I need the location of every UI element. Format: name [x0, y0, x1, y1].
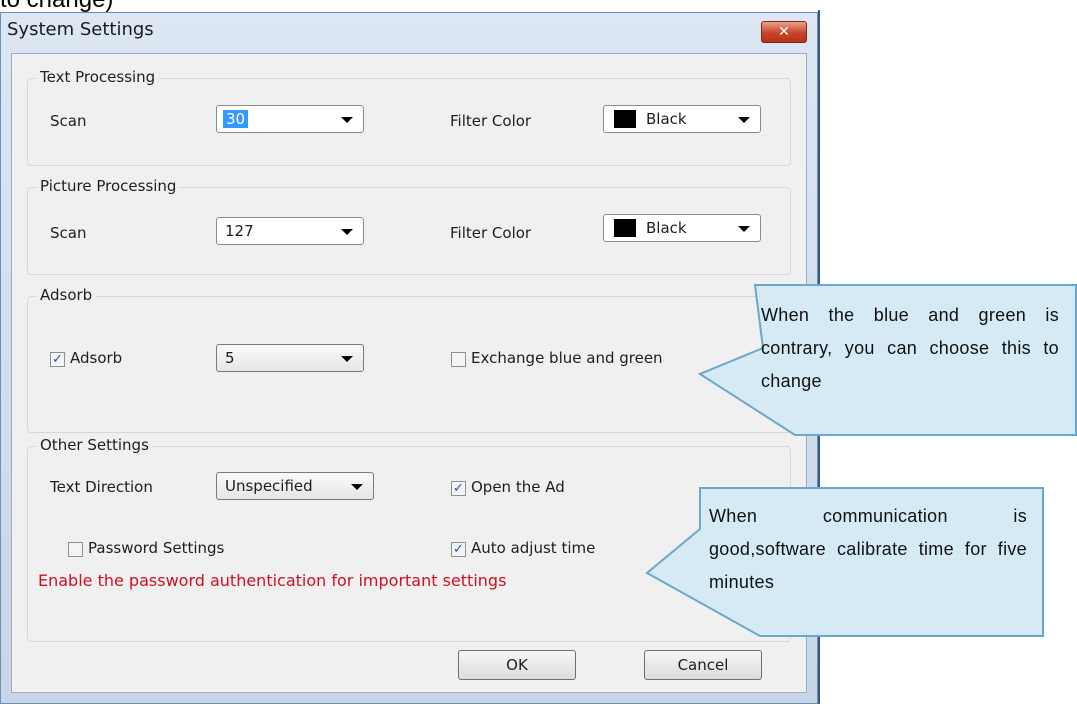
text-direction-label: Text Direction	[50, 478, 153, 496]
auto-adjust-time-checkbox[interactable]: ✓	[451, 542, 466, 557]
adsorb-value: 5	[225, 349, 235, 367]
black-swatch-icon	[614, 219, 636, 237]
adsorb-value-select[interactable]: 5	[216, 344, 364, 372]
chevron-down-icon	[341, 356, 353, 362]
open-ad-checkbox[interactable]: ✓	[451, 481, 466, 496]
scan-label: Scan	[50, 112, 87, 130]
password-hint-text: Enable the password authentication for i…	[38, 571, 507, 590]
close-icon: ✕	[778, 24, 790, 40]
other-settings-label: Other Settings	[36, 436, 153, 454]
black-swatch-icon	[614, 110, 636, 128]
picture-scan-value: 127	[225, 222, 254, 240]
picture-processing-label: Picture Processing	[36, 177, 181, 195]
exchange-colors-checkbox[interactable]	[451, 352, 466, 367]
chevron-down-icon	[351, 484, 363, 490]
ok-button[interactable]: OK	[458, 650, 576, 680]
adsorb-group-label: Adsorb	[36, 286, 97, 304]
filter-color-label: Filter Color	[450, 224, 532, 242]
chevron-down-icon	[738, 226, 750, 232]
picture-filter-color-select[interactable]: Black	[603, 214, 761, 242]
exchange-tip-callout: When the blue and green is contrary, you…	[695, 284, 1077, 436]
chevron-down-icon	[341, 117, 353, 123]
text-direction-value: Unspecified	[225, 477, 313, 495]
adsorb-checkbox[interactable]: ✓	[50, 352, 65, 367]
picture-scan-select[interactable]: 127	[216, 217, 364, 245]
cancel-button[interactable]: Cancel	[644, 650, 762, 680]
adsorb-checkbox-label: Adsorb	[70, 349, 123, 367]
exchange-colors-label: Exchange blue and green	[471, 349, 663, 367]
text-processing-label: Text Processing	[36, 68, 160, 86]
auto-adjust-time-label: Auto adjust time	[471, 539, 596, 557]
time-tip-text: When communication is good,software cali…	[709, 506, 1027, 592]
password-settings-label: Password Settings	[88, 539, 225, 557]
close-button[interactable]: ✕	[761, 21, 807, 43]
chevron-down-icon	[738, 117, 750, 123]
text-scan-value: 30	[223, 110, 249, 128]
exchange-tip-text: When the blue and green is contrary, you…	[761, 305, 1059, 391]
time-tip-callout: When communication is good,software cali…	[645, 487, 1045, 637]
picture-filter-color-value: Black	[646, 219, 687, 237]
text-scan-select[interactable]: 30	[216, 105, 364, 133]
filter-color-label: Filter Color	[450, 112, 532, 130]
title-bar[interactable]: System Settings ✕	[1, 13, 817, 53]
open-ad-label: Open the Ad	[471, 478, 565, 496]
scan-label: Scan	[50, 224, 87, 242]
window-title: System Settings	[7, 19, 154, 40]
text-direction-select[interactable]: Unspecified	[216, 472, 374, 500]
picture-processing-group: Picture Processing Scan 127 Filter Color…	[27, 177, 791, 275]
text-filter-color-value: Black	[646, 110, 687, 128]
text-filter-color-select[interactable]: Black	[603, 105, 761, 133]
password-settings-checkbox[interactable]	[68, 542, 83, 557]
adsorb-group: Adsorb ✓ Adsorb 5 Exchange blue and gree…	[27, 286, 791, 433]
chevron-down-icon	[341, 229, 353, 235]
text-processing-group: Text Processing Scan 30 Filter Color Bla…	[27, 68, 791, 166]
